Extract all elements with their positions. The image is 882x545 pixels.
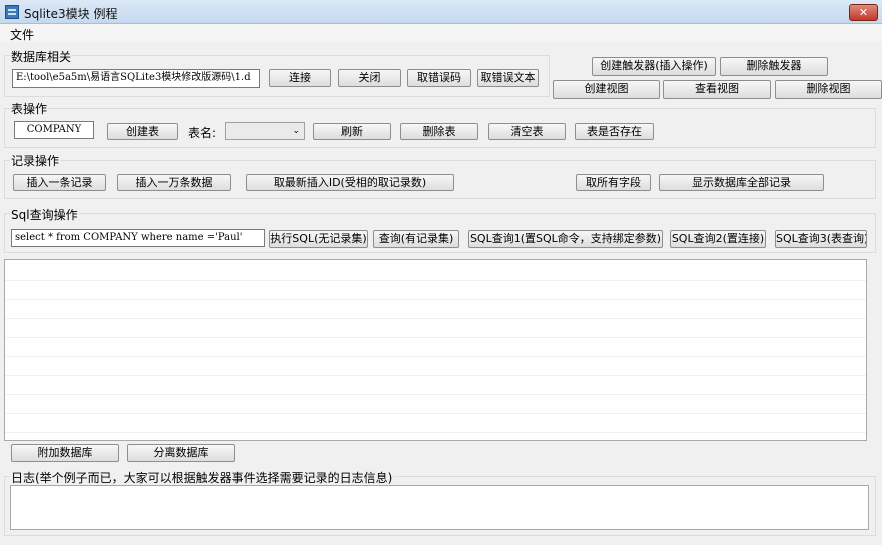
query-button[interactable]: 查询(有记录集): [373, 230, 459, 248]
delete-table-button[interactable]: 删除表: [400, 123, 478, 140]
create-view-button[interactable]: 创建视图: [553, 80, 660, 99]
app-icon: [5, 5, 19, 19]
log-title: 日志(举个例子而已，大家可以根据触发器事件选择需要记录的日志信息): [10, 469, 394, 486]
clear-table-button[interactable]: 清空表: [488, 123, 566, 140]
last-insert-id-button[interactable]: 取最新插入ID(受相的取记录数): [246, 174, 454, 191]
title-bar: [0, 0, 882, 24]
table-name-input[interactable]: COMPANY: [14, 121, 94, 139]
delete-trigger-button[interactable]: 删除触发器: [720, 57, 828, 76]
delete-view-button[interactable]: 删除视图: [775, 80, 882, 99]
sql-query1-button[interactable]: SQL查询1(置SQL命令，支持绑定参数): [468, 230, 663, 248]
sql-group-title: Sql查询操作: [10, 206, 79, 223]
db-group-title: 数据库相关: [10, 48, 73, 65]
insert-many-button[interactable]: 插入一万条数据: [117, 174, 231, 191]
show-view-button[interactable]: 查看视图: [663, 80, 771, 99]
attach-db-button[interactable]: 附加数据库: [11, 444, 119, 462]
create-table-button[interactable]: 创建表: [107, 123, 178, 140]
error-text-button[interactable]: 取错误文本: [477, 69, 539, 87]
show-all-records-button[interactable]: 显示数据库全部记录: [659, 174, 824, 191]
log-textarea[interactable]: [10, 485, 869, 530]
window-title: Sqlite3模块 例程: [24, 7, 118, 21]
table-select-label: 表名:: [188, 126, 217, 140]
refresh-button[interactable]: 刷新: [313, 123, 391, 140]
close-button[interactable]: ✕: [849, 4, 878, 21]
sql-query-input[interactable]: select * from COMPANY where name ='Paul': [11, 229, 265, 247]
exec-sql-button[interactable]: 执行SQL(无记录集): [269, 230, 368, 248]
all-fields-button[interactable]: 取所有字段: [576, 174, 651, 191]
sql-query2-button[interactable]: SQL查询2(置连接): [670, 230, 766, 248]
table-group-title: 表操作: [10, 100, 49, 117]
table-exists-button[interactable]: 表是否存在: [575, 123, 654, 140]
create-trigger-button[interactable]: 创建触发器(插入操作): [592, 57, 716, 76]
table-select[interactable]: ⌄: [225, 122, 305, 140]
connect-button[interactable]: 连接: [269, 69, 331, 87]
chevron-down-icon: ⌄: [292, 126, 300, 136]
menu-file[interactable]: 文件: [10, 26, 34, 43]
db-path-input[interactable]: E:\tool\e5a5m\易语言SQLite3模块修改版源码\1.d: [12, 69, 260, 88]
insert-one-button[interactable]: 插入一条记录: [13, 174, 106, 191]
record-group-title: 记录操作: [10, 152, 61, 169]
detach-db-button[interactable]: 分离数据库: [127, 444, 235, 462]
sql-query3-button[interactable]: SQL查询3(表查询): [775, 230, 867, 248]
results-list[interactable]: [4, 259, 867, 441]
close-db-button[interactable]: 关闭: [338, 69, 401, 87]
error-code-button[interactable]: 取错误码: [407, 69, 471, 87]
menu-bar: [0, 24, 882, 42]
